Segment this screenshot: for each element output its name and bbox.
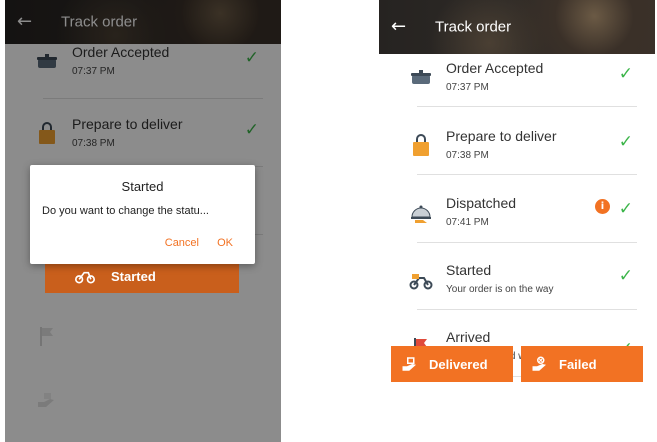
scooter-icon xyxy=(75,271,95,284)
step-label: Prepare to deliver xyxy=(446,128,557,144)
step-prepare-to-deliver: Prepare to deliver 07:38 PM ✓ xyxy=(379,120,655,187)
step-time: 07:41 PM xyxy=(446,217,489,228)
page-title: Track order xyxy=(435,18,512,36)
confirm-dialog: Started Do you want to change the statu.… xyxy=(30,165,255,264)
check-icon: ✓ xyxy=(618,266,633,286)
cloche-icon xyxy=(411,205,431,223)
info-icon[interactable]: i xyxy=(595,199,610,214)
failed-hand-icon xyxy=(532,356,546,371)
dialog-ok-button[interactable]: OK xyxy=(217,237,233,249)
failed-button[interactable]: Failed xyxy=(521,346,643,382)
step-order-accepted: Order Accepted 07:37 PM ✓ xyxy=(379,52,655,119)
check-icon: ✓ xyxy=(618,132,633,152)
step-label: Started xyxy=(446,262,492,278)
left-screen: ← Track order Order Accepted 07:37 PM ✓ … xyxy=(5,0,281,442)
step-label: Dispatched xyxy=(446,195,517,211)
scooter-icon xyxy=(409,274,433,290)
divider xyxy=(417,174,637,175)
divider xyxy=(417,309,637,310)
dialog-cancel-button[interactable]: Cancel xyxy=(165,237,199,249)
app-bar: ← Track order xyxy=(379,0,655,54)
check-icon: ✓ xyxy=(618,199,633,219)
cooking-pot-icon xyxy=(411,70,431,84)
step-label: Order Accepted xyxy=(446,60,544,76)
dialog-message: Do you want to change the statu... xyxy=(42,205,209,217)
right-screen: ← Track order Order Accepted 07:37 PM ✓ … xyxy=(379,0,655,442)
divider xyxy=(417,106,637,107)
check-icon: ✓ xyxy=(618,64,633,84)
step-time: 07:37 PM xyxy=(446,82,489,93)
action-bar: Delivered Failed xyxy=(391,346,643,382)
shopping-bag-icon xyxy=(413,134,429,156)
step-time: 07:38 PM xyxy=(446,150,489,161)
failed-button-label: Failed xyxy=(559,356,597,372)
step-label: Arrived xyxy=(446,329,491,345)
step-started: Started Your order is on the way ✓ xyxy=(379,254,655,321)
back-arrow-icon[interactable]: ← xyxy=(391,18,406,36)
delivered-button[interactable]: Delivered xyxy=(391,346,513,382)
dialog-title: Started xyxy=(121,179,164,194)
delivered-hand-icon xyxy=(402,357,416,371)
delivered-button-label: Delivered xyxy=(429,356,488,372)
step-sub: Your order is on the way xyxy=(446,284,554,295)
divider xyxy=(417,242,637,243)
started-button: Started xyxy=(45,259,239,293)
step-dispatched: Dispatched 07:41 PM i ✓ xyxy=(379,187,655,254)
started-button-label: Started xyxy=(111,268,156,284)
